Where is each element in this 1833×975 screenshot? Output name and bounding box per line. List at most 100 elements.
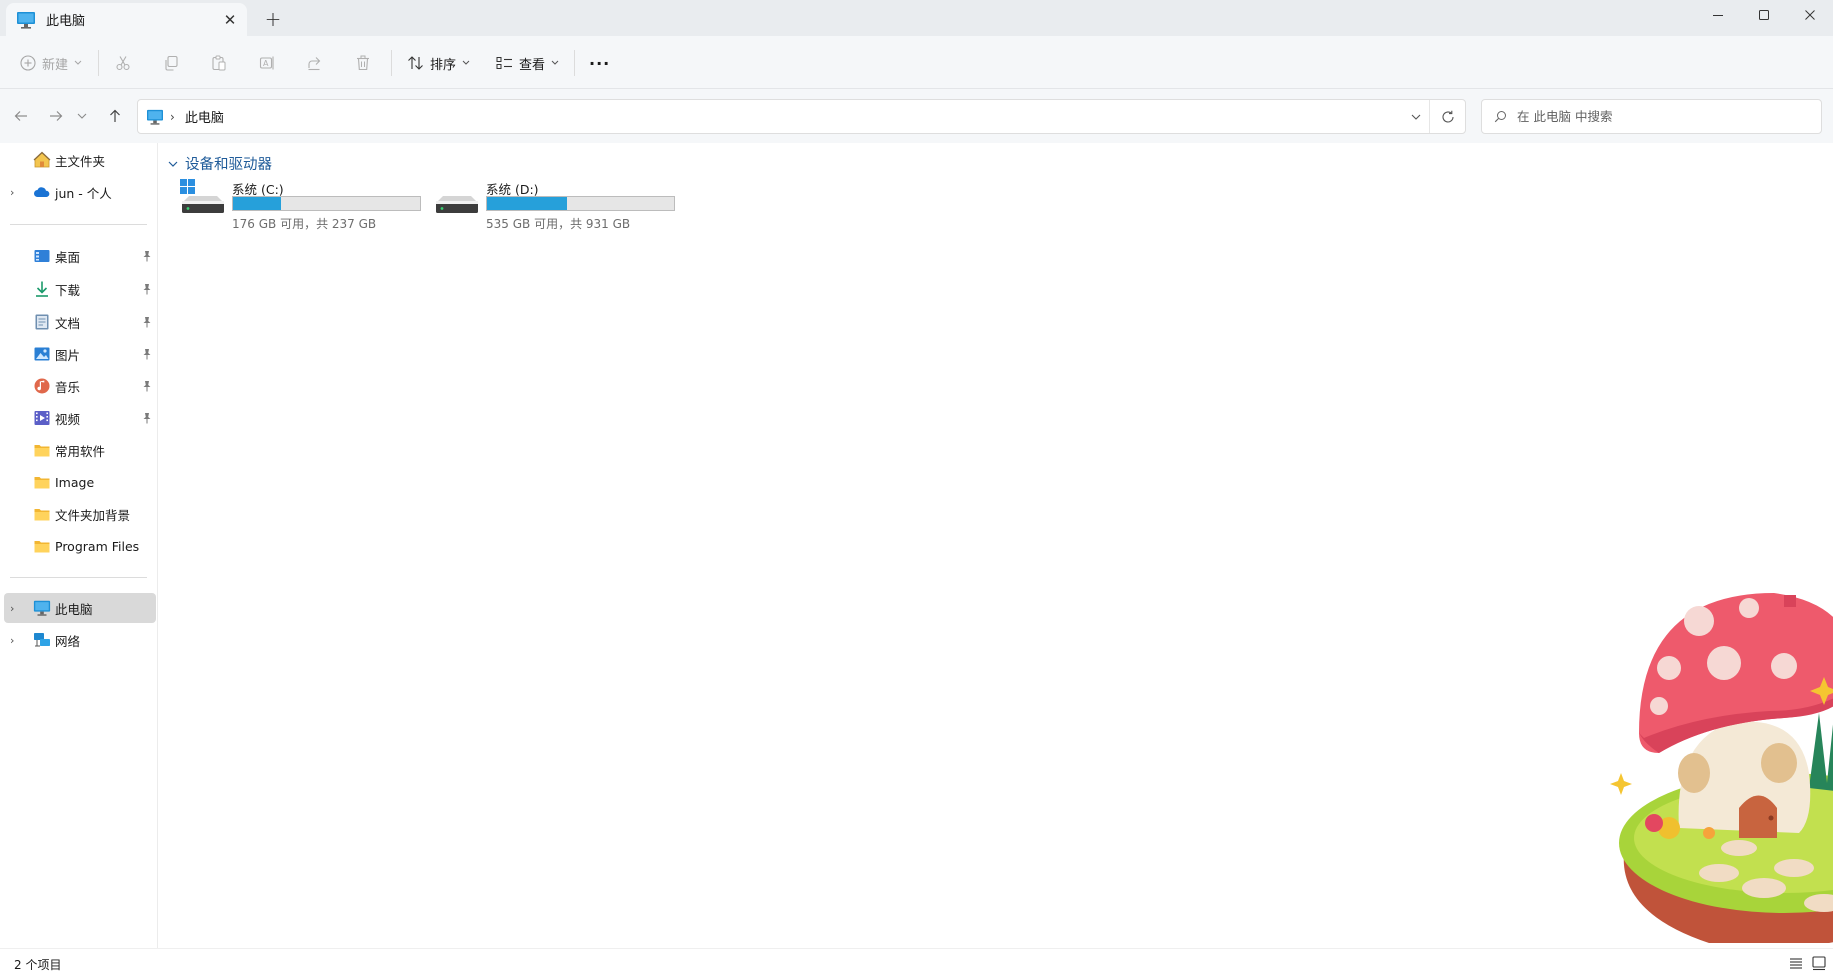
view-icon <box>496 57 512 69</box>
folder-icon <box>34 509 50 521</box>
forward-button[interactable] <box>42 102 70 130</box>
search-icon <box>1494 111 1506 123</box>
tab-this-pc[interactable]: 此电脑 ✕ <box>6 3 247 36</box>
chevron-right-icon[interactable]: › <box>10 186 22 199</box>
close-window-button[interactable] <box>1787 0 1833 30</box>
cut-button[interactable] <box>115 47 131 79</box>
pin-icon[interactable] <box>141 412 153 424</box>
new-tab-button[interactable]: + <box>258 5 288 33</box>
sidebar-item-label: 音乐 <box>55 379 81 395</box>
close-icon <box>1805 10 1815 20</box>
drive-item[interactable]: 系统 (D:) 535 GB 可用，共 931 GB <box>434 179 684 231</box>
item-count: 2 个项目 <box>14 958 62 972</box>
arrow-right-icon <box>50 111 63 121</box>
trash-icon <box>357 55 369 71</box>
view-button[interactable]: 查看 <box>496 47 559 79</box>
sidebar-item-label: 下载 <box>55 282 81 298</box>
file-list-area[interactable]: 设备和驱动器 系统 (C:) 176 GB 可用，共 237 GB 系统 (D:… <box>159 143 1833 948</box>
sidebar-item-documents[interactable]: 文档 <box>0 307 156 337</box>
pin-icon[interactable] <box>141 348 153 360</box>
chevron-right-icon[interactable]: › <box>10 634 22 647</box>
desktop-icon <box>34 250 50 262</box>
sidebar-item-label: 文件夹加背景 <box>55 507 131 523</box>
sidebar-item-label: 图片 <box>55 347 81 363</box>
rename-icon: A <box>259 56 274 70</box>
share-button[interactable] <box>307 47 323 79</box>
pin-icon[interactable] <box>141 316 153 328</box>
sidebar-item-label: 文档 <box>55 315 81 331</box>
navigation-pane: 主文件夹 › jun - 个人 桌面 下载 文档 图片 音乐 视频 常用软件 I… <box>0 143 158 948</box>
network-icon <box>34 633 50 647</box>
chevron-down-icon <box>74 60 82 65</box>
minimize-button[interactable] <box>1695 0 1741 30</box>
chevron-down-icon[interactable] <box>167 158 179 170</box>
folder-icon <box>34 477 50 489</box>
new-button[interactable]: 新建 <box>20 47 82 79</box>
sort-button[interactable]: 排序 <box>407 47 470 79</box>
drive-space-info: 535 GB 可用，共 931 GB <box>486 217 631 231</box>
sidebar-divider <box>10 224 147 225</box>
large-icons-view-icon[interactable] <box>1810 954 1828 972</box>
group-title: 设备和驱动器 <box>185 157 272 173</box>
breadcrumb-this-pc[interactable]: 此电脑 <box>185 107 224 126</box>
drive-item[interactable]: 系统 (C:) 176 GB 可用，共 237 GB <box>180 179 430 231</box>
drive-usage-fill <box>233 197 282 210</box>
sidebar-item-this-pc[interactable]: › 此电脑 <box>4 593 156 623</box>
address-bar[interactable]: › 此电脑 <box>137 99 1466 134</box>
toolbar-separator <box>574 50 575 76</box>
back-button[interactable] <box>7 102 35 130</box>
pin-icon[interactable] <box>141 283 153 295</box>
sidebar-item-desktop[interactable]: 桌面 <box>0 241 156 271</box>
search-box[interactable] <box>1481 99 1822 134</box>
sidebar-item-home[interactable]: 主文件夹 <box>0 145 156 175</box>
delete-button[interactable] <box>355 47 371 79</box>
this-pc-icon <box>17 11 35 29</box>
new-label: 新建 <box>42 57 69 73</box>
maximize-button[interactable] <box>1741 0 1787 30</box>
refresh-button[interactable] <box>1429 100 1465 133</box>
copy-button[interactable] <box>163 47 179 79</box>
recent-locations-button[interactable] <box>72 102 92 130</box>
share-icon <box>308 57 321 71</box>
rename-button[interactable]: A <box>259 47 275 79</box>
details-view-icon[interactable] <box>1787 954 1805 972</box>
up-button[interactable] <box>101 102 129 130</box>
sidebar-item-videos[interactable]: 视频 <box>0 403 156 433</box>
download-icon <box>36 281 48 297</box>
close-tab-button[interactable]: ✕ <box>213 6 247 34</box>
sidebar-item-music[interactable]: 音乐 <box>0 371 156 401</box>
sort-icon <box>408 56 423 70</box>
music-icon <box>34 378 50 394</box>
command-bar: 新建 A 排序 查看 ··· <box>0 36 1833 89</box>
sort-label: 排序 <box>430 57 457 73</box>
pin-icon[interactable] <box>141 250 153 262</box>
sidebar-item-folder[interactable]: Image <box>0 467 156 497</box>
navigation-row: › 此电脑 <box>0 89 1833 143</box>
sidebar-item-onedrive[interactable]: › jun - 个人 <box>0 177 156 207</box>
address-history-button[interactable] <box>1407 108 1425 126</box>
pin-icon[interactable] <box>141 380 153 392</box>
plus-circle-icon <box>20 55 36 71</box>
sidebar-item-downloads[interactable]: 下载 <box>0 274 156 304</box>
breadcrumb-separator-icon[interactable]: › <box>170 110 175 124</box>
chevron-down-icon <box>1411 114 1421 120</box>
chevron-right-icon[interactable]: › <box>10 602 22 615</box>
more-options-button[interactable]: ··· <box>589 47 610 79</box>
sidebar-item-network[interactable]: › 网络 <box>0 625 156 655</box>
sidebar-item-label: 网络 <box>55 633 81 649</box>
search-input[interactable] <box>1517 109 1797 124</box>
toolbar-separator <box>98 50 99 76</box>
sidebar-item-label: Program Files <box>55 538 140 554</box>
svg-text:A: A <box>263 59 269 68</box>
sidebar-item-pictures[interactable]: 图片 <box>0 339 156 369</box>
drive-space-info: 176 GB 可用，共 237 GB <box>232 217 377 231</box>
sidebar-item-folder[interactable]: Program Files <box>0 531 156 561</box>
sidebar-item-label: 此电脑 <box>55 601 93 617</box>
group-header[interactable]: 设备和驱动器 <box>167 153 272 174</box>
sidebar-item-folder[interactable]: 常用软件 <box>0 435 156 465</box>
maximize-icon <box>1759 10 1769 20</box>
system-drive-icon <box>180 179 224 213</box>
paste-button[interactable] <box>211 47 227 79</box>
sidebar-item-folder[interactable]: 文件夹加背景 <box>0 499 156 529</box>
tab-title: 此电脑 <box>46 14 86 29</box>
